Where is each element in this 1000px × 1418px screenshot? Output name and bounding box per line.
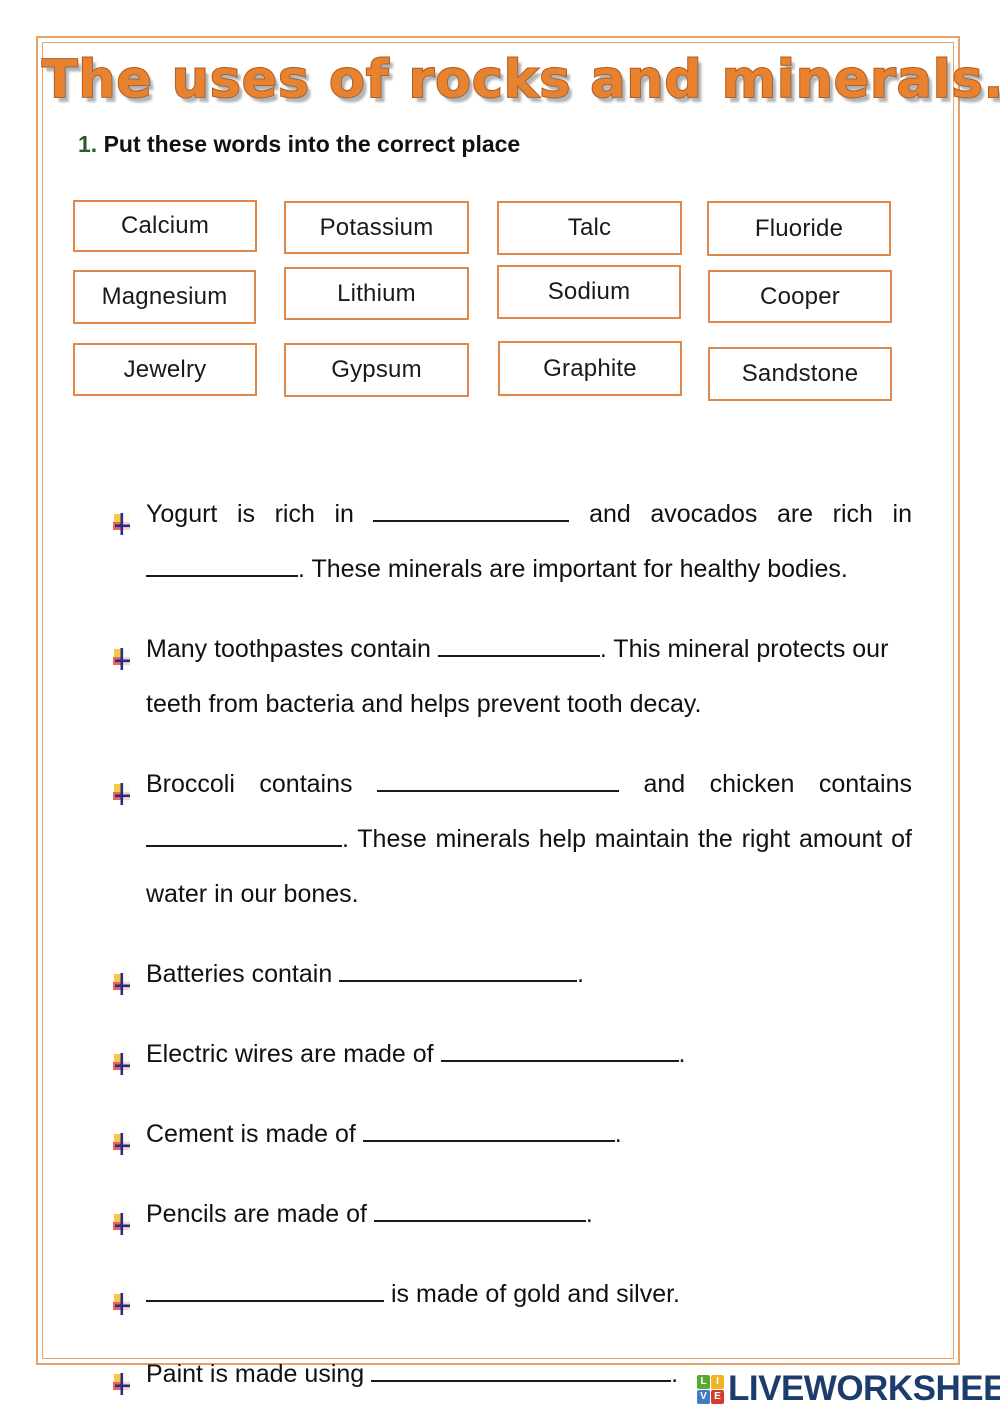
- sentence-text: .: [585, 1200, 593, 1228]
- multicolor-cross-icon: [112, 1200, 134, 1235]
- sentence-text: Broccoli contains: [146, 770, 377, 798]
- sentence-text: . These minerals are important for healt…: [298, 555, 848, 583]
- worksheet-page: The uses of rocks and minerals. 1. Put t…: [0, 0, 1000, 1413]
- multicolor-cross-icon: [112, 500, 134, 535]
- sentence-text: Batteries contain: [146, 960, 340, 988]
- word-bank-item[interactable]: Sodium: [497, 265, 681, 319]
- sentence-text: and avocados are rich in: [569, 500, 912, 528]
- word-bank-item-label: Calcium: [120, 212, 210, 239]
- word-bank-item-label: Sodium: [547, 278, 631, 305]
- word-bank-item-label: Lithium: [337, 279, 416, 307]
- item-broccoli: Broccoli contains and chicken contains .…: [112, 757, 912, 922]
- liveworksheets-logo: LIVE LIVEWORKSHEETS: [697, 1368, 1000, 1410]
- multicolor-cross-icon: [112, 635, 134, 670]
- item-jewelry: is made of gold and silver.: [112, 1267, 912, 1322]
- word-bank-item-label: Sandstone: [741, 360, 859, 387]
- word-bank-item[interactable]: Sandstone: [708, 347, 892, 401]
- sentence-text: Yogurt is rich in: [146, 500, 374, 528]
- sentence-text: Cement is made of: [146, 1120, 363, 1148]
- logo-tile-e: E: [711, 1389, 724, 1404]
- multicolor-cross-icon: [112, 960, 134, 995]
- sentence-text: Many toothpastes contain: [146, 635, 438, 663]
- word-bank-item-label: Talc: [567, 214, 612, 241]
- answer-blank[interactable]: [339, 955, 578, 982]
- logo-tile-i: I: [711, 1374, 724, 1389]
- sentence-text: .: [671, 1360, 679, 1388]
- answer-blank[interactable]: [373, 495, 570, 522]
- word-bank-item[interactable]: Graphite: [498, 341, 682, 396]
- sentence-text: and chicken contains: [618, 770, 912, 798]
- word-bank-item-label: Jewelry: [123, 355, 207, 383]
- word-bank-item-label: Graphite: [543, 354, 637, 382]
- word-bank-item[interactable]: Cooper: [708, 270, 892, 323]
- sentence-text: is made of gold and silver.: [384, 1280, 680, 1308]
- multicolor-cross-icon: [112, 1120, 134, 1155]
- word-bank: Calcium Potassium Talc Fluoride Magnesium Lit…: [0, 0, 1000, 420]
- word-bank-item[interactable]: Lithium: [284, 267, 469, 320]
- answer-blank[interactable]: [146, 820, 342, 847]
- word-bank-item[interactable]: Jewelry: [73, 343, 257, 396]
- answer-blank[interactable]: [371, 1355, 672, 1382]
- sentence-text: Electric wires are made of: [146, 1040, 441, 1068]
- word-bank-item[interactable]: Talc: [497, 201, 682, 255]
- sentence-text: .: [614, 1120, 622, 1148]
- word-bank-item[interactable]: Calcium: [73, 200, 257, 252]
- multicolor-cross-icon: [112, 1360, 134, 1395]
- logo-tile-l: L: [697, 1374, 710, 1389]
- answer-blank[interactable]: [146, 1275, 384, 1302]
- answer-blank[interactable]: [373, 1195, 586, 1222]
- word-bank-item-label: Magnesium: [101, 283, 228, 310]
- item-toothpaste: Many toothpastes contain . This mineral …: [112, 622, 912, 732]
- logo-tile-v: V: [697, 1389, 710, 1404]
- exercise-list: Yogurt is rich in and avocados are rich …: [112, 462, 912, 1418]
- word-bank-item[interactable]: Fluoride: [707, 201, 891, 256]
- item-batteries: Batteries contain .: [112, 947, 912, 1002]
- word-bank-item[interactable]: Potassium: [284, 201, 469, 254]
- liveworksheets-wordmark: LIVEWORKSHEETS: [728, 1369, 1000, 1408]
- word-bank-item-label: Gypsum: [331, 356, 422, 383]
- multicolor-cross-icon: [112, 770, 134, 805]
- word-bank-item[interactable]: Gypsum: [284, 343, 469, 397]
- liveworksheets-tiles: LIVE: [697, 1374, 724, 1404]
- answer-blank[interactable]: [440, 1035, 679, 1062]
- answer-blank[interactable]: [362, 1115, 615, 1142]
- word-bank-item[interactable]: Magnesium: [73, 270, 256, 324]
- multicolor-cross-icon: [112, 1040, 134, 1075]
- answer-blank[interactable]: [437, 630, 600, 657]
- word-bank-item-label: Fluoride: [754, 214, 844, 242]
- word-bank-item-label: Cooper: [760, 282, 840, 310]
- answer-blank[interactable]: [376, 765, 619, 792]
- sentence-text: .: [577, 960, 585, 988]
- item-electric-wires: Electric wires are made of .: [112, 1027, 912, 1082]
- sentence-text: Paint is made using: [146, 1360, 372, 1388]
- item-cement: Cement is made of .: [112, 1107, 912, 1162]
- word-bank-item-label: Potassium: [319, 213, 434, 241]
- answer-blank[interactable]: [146, 550, 298, 577]
- item-yogurt: Yogurt is rich in and avocados are rich …: [112, 487, 912, 597]
- multicolor-cross-icon: [112, 1280, 134, 1315]
- sentence-text: .: [678, 1040, 686, 1068]
- sentence-text: Pencils are made of: [146, 1200, 374, 1228]
- item-pencils: Pencils are made of .: [112, 1187, 912, 1242]
